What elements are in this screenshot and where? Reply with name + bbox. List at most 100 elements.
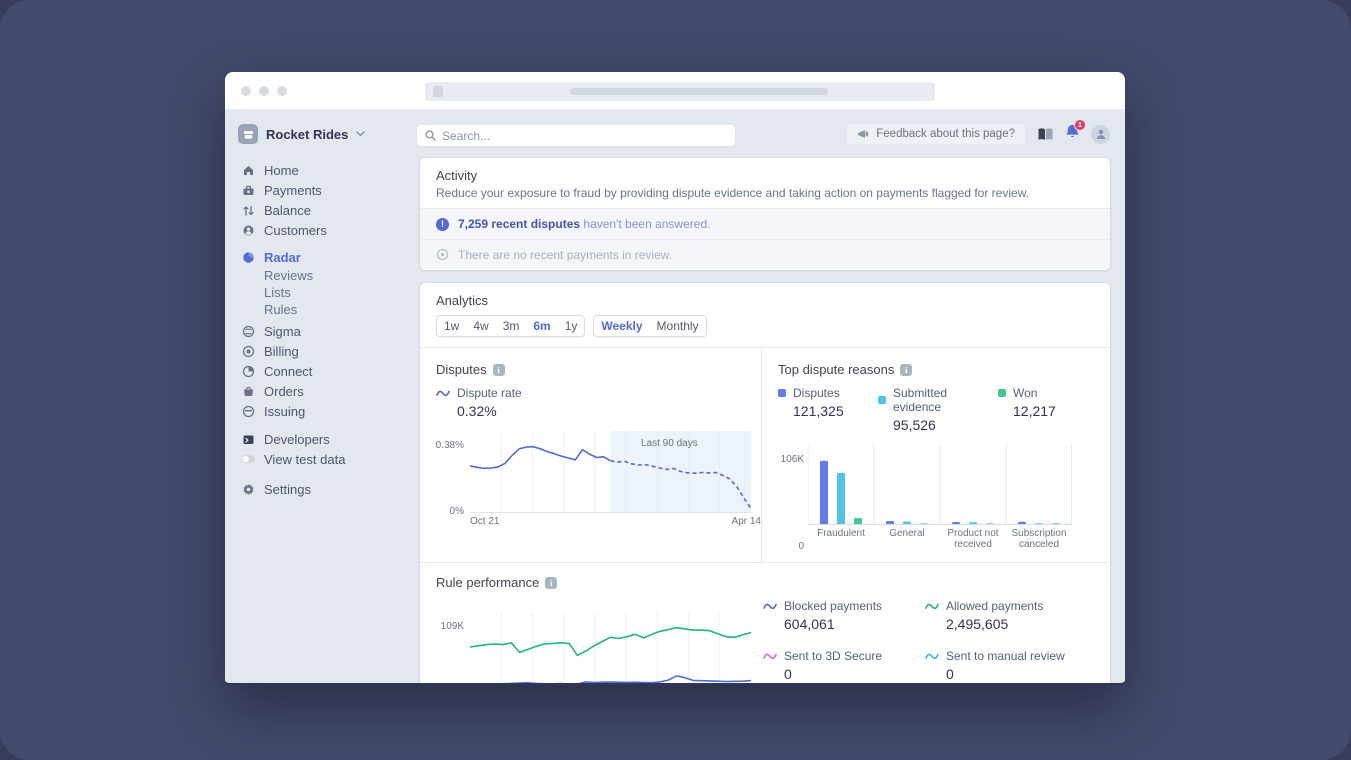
sidebar-item-label: Developers (264, 432, 330, 447)
top-dispute-reasons-chart: 106K 0 FraudulentGeneralProduct not rece… (778, 445, 1110, 550)
last-90-days-annotation: Last 90 days (641, 438, 698, 449)
notifications-button[interactable]: 1 (1065, 124, 1080, 145)
sidebar-item-label: Settings (264, 482, 311, 497)
legend-value: 12,217 (1013, 403, 1098, 419)
sidebar-item-sigma[interactable]: Sigma (242, 321, 420, 341)
bar-category-label: Subscription canceled (1006, 528, 1072, 550)
window-control-dot[interactable] (241, 86, 251, 96)
sidebar-item-rules[interactable]: Rules (242, 301, 420, 318)
activity-notice[interactable]: !7,259 recent disputes haven't been answ… (420, 209, 1110, 239)
info-icon[interactable]: i (493, 364, 505, 376)
address-bar[interactable] (425, 82, 935, 101)
range-option-1y[interactable]: 1y (558, 316, 585, 336)
user-avatar[interactable] (1091, 125, 1110, 144)
search-input[interactable]: Search... (417, 125, 735, 146)
info-icon[interactable]: i (900, 364, 912, 376)
legend-value: 95,526 (893, 417, 998, 433)
sidebar-item-reviews[interactable]: Reviews (242, 267, 420, 284)
window-control-dot[interactable] (277, 86, 287, 96)
sidebar-item-billing[interactable]: Billing (242, 341, 420, 361)
billing-icon (242, 345, 255, 358)
legend-value: 121,325 (793, 403, 878, 419)
test-data-toggle[interactable] (242, 453, 255, 465)
top-dispute-reasons-panel: Top dispute reasonsi Disputes121,325Subm… (762, 348, 1110, 562)
search-placeholder: Search... (442, 129, 490, 143)
line-legend-icon (436, 389, 450, 398)
info-icon[interactable]: i (545, 577, 557, 589)
sidebar-item-connect[interactable]: Connect (242, 361, 420, 381)
feedback-button[interactable]: Feedback about this page? (846, 123, 1026, 145)
connect-icon (242, 365, 255, 378)
docs-icon[interactable] (1037, 127, 1054, 142)
stat-sent-to-manual-review: Sent to manual review0 (925, 649, 1095, 682)
notice-link[interactable]: 7,259 recent disputes (458, 217, 580, 231)
window-controls[interactable] (241, 86, 287, 96)
legend-swatch (998, 389, 1006, 397)
bar-category-label: Fraudulent (808, 528, 874, 550)
issuing-icon (242, 405, 255, 418)
range-option-4w[interactable]: 4w (466, 316, 495, 336)
legend-item-submitted-evidence: Submitted evidence95,526 (878, 386, 998, 433)
sigma-icon (242, 325, 255, 338)
sidebar-item-label: Connect (264, 364, 312, 379)
alert-icon: ! (436, 218, 449, 231)
rule-performance-stats: Blocked payments604,061Sent to 3D Secure… (763, 599, 1110, 685)
window-control-dot[interactable] (259, 86, 269, 96)
browser-window: Rocket Rides Search... Feedback about th… (225, 72, 1125, 685)
stat-value: 0 (784, 666, 925, 682)
legend-item-disputes: Disputes121,325 (778, 386, 878, 433)
balance-icon (242, 204, 255, 217)
legend-swatch (878, 396, 886, 404)
top-dispute-reasons-plot (808, 445, 1072, 525)
sidebar-item-label: Issuing (264, 404, 305, 419)
sidebar-item-label: Balance (264, 203, 311, 218)
sidebar-item-label: Lists (264, 285, 291, 300)
interval-option-monthly[interactable]: Monthly (650, 316, 706, 336)
line-legend-icon (763, 652, 777, 661)
analytics-title: Analytics (436, 293, 1094, 308)
sidebar-item-label: Customers (264, 223, 327, 238)
notification-badge: 1 (1074, 119, 1086, 131)
range-option-3m[interactable]: 3m (496, 316, 527, 336)
sidebar-item-issuing[interactable]: Issuing (242, 401, 420, 421)
sidebar-item-balance[interactable]: Balance (242, 200, 420, 220)
activity-notices: !7,259 recent disputes haven't been answ… (420, 209, 1110, 269)
analytics-card: Analytics 1w4w3m6m1y WeeklyMonthly Dispu… (420, 283, 1110, 685)
sidebar-item-customers[interactable]: Customers (242, 220, 420, 240)
date-range-selector: 1w4w3m6m1y (436, 315, 585, 337)
range-option-6m[interactable]: 6m (526, 316, 557, 336)
sidebar-item-label: View test data (264, 452, 345, 467)
app-topbar: Rocket Rides Search... Feedback about th… (225, 110, 1125, 158)
sidebar-item-label: Reviews (264, 268, 313, 283)
sidebar-item-lists[interactable]: Lists (242, 284, 420, 301)
bar-category-labels: FraudulentGeneralProduct not receivedSub… (808, 528, 1110, 550)
sidebar-item-label: Rules (264, 302, 297, 317)
reasons-legend: Disputes121,325Submitted evidence95,526W… (778, 386, 1110, 433)
sidebar-item-label: Orders (264, 384, 304, 399)
sidebar-item-view-test-data[interactable]: View test data (242, 449, 420, 469)
browser-chrome (225, 72, 1125, 110)
interval-option-weekly[interactable]: Weekly (594, 316, 649, 336)
dispute-rate-value: 0.32% (457, 403, 761, 419)
sidebar-item-payments[interactable]: Payments (242, 180, 420, 200)
range-option-1w[interactable]: 1w (437, 316, 466, 336)
rule-performance-panel: Rule performancei 109K 0 Oct 21Apr 14 Bl… (420, 563, 1110, 685)
sidebar-item-developers[interactable]: Developers (242, 429, 420, 449)
eye-icon (436, 248, 449, 261)
business-switcher[interactable]: Rocket Rides (238, 124, 365, 144)
search-icon (425, 130, 436, 141)
activity-title: Activity (436, 168, 1094, 183)
business-name: Rocket Rides (266, 127, 348, 142)
activity-description: Reduce your exposure to fraud by providi… (436, 186, 1094, 200)
sidebar-item-orders[interactable]: Orders (242, 381, 420, 401)
orders-icon (242, 385, 255, 398)
sidebar-item-settings[interactable]: Settings (242, 479, 420, 499)
feedback-label: Feedback about this page? (876, 128, 1015, 140)
sidebar-item-radar[interactable]: Radar (242, 247, 420, 267)
line-legend-icon (925, 652, 939, 661)
stat-value: 0 (946, 666, 1095, 682)
activity-notice: There are no recent payments in review. (420, 239, 1110, 269)
dispute-rate-label: Dispute rate (457, 386, 522, 400)
sidebar-item-home[interactable]: Home (242, 160, 420, 180)
dispute-rate-plot (470, 431, 751, 513)
